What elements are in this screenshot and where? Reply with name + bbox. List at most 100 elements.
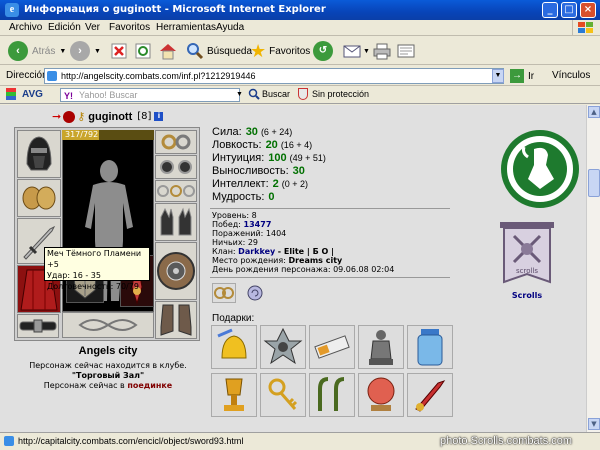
stop-button[interactable] — [110, 40, 128, 62]
go-button[interactable]: → Ir — [510, 69, 534, 83]
maximize-button[interactable]: □ — [561, 2, 577, 18]
trophy-icon — [224, 378, 244, 411]
key-icon: ⚷ — [77, 110, 86, 123]
gift-scroll[interactable] — [309, 325, 355, 369]
history-button[interactable]: ↺ — [313, 40, 333, 62]
address-dropdown-button[interactable]: ▼ — [492, 69, 504, 83]
effect-slot[interactable] — [244, 283, 266, 303]
avg-search-button[interactable]: Buscar — [248, 88, 290, 100]
forward-button[interactable]: › ▼ — [70, 40, 101, 62]
links-label[interactable]: Vínculos — [552, 70, 590, 81]
stat-label: Интуиция: — [212, 152, 265, 164]
info-icon[interactable]: i — [154, 112, 164, 121]
stat-label: Интеллект: — [212, 178, 269, 190]
avg-search-input[interactable]: Y! Yahoo! Buscar — [60, 88, 240, 102]
home-button[interactable] — [158, 40, 178, 62]
window-title: Информация о guginott - Microsoft Intern… — [24, 4, 326, 15]
key-icon — [268, 378, 298, 410]
search-label: Búsqueda — [207, 45, 253, 57]
minimize-button[interactable]: _ — [542, 2, 558, 18]
go-label: Ir — [528, 70, 535, 82]
avg-protection-button[interactable]: Sin protección — [298, 88, 369, 100]
chevron-down-icon[interactable]: ▼ — [236, 88, 244, 102]
gift-dagger[interactable] — [407, 373, 453, 417]
gloves-icon — [160, 207, 192, 236]
scroll-thumb[interactable] — [588, 169, 600, 197]
gift-keys[interactable] — [260, 373, 306, 417]
gift-bells[interactable] — [211, 325, 257, 369]
menu-edicion[interactable]: Edición — [48, 22, 81, 33]
avg-toolbar: AVG Y! Yahoo! Buscar ▼ Buscar Sin protec… — [0, 86, 600, 104]
address-input[interactable]: http://angelscity.combats.com/inf.pl?121… — [44, 68, 504, 84]
shield-icon — [298, 88, 308, 100]
boots-icon — [160, 304, 192, 336]
rings-icon — [214, 287, 234, 299]
effect-slot[interactable] — [212, 283, 236, 303]
print-button[interactable] — [372, 40, 392, 62]
medal-icon — [263, 327, 303, 365]
mail-icon — [343, 45, 361, 58]
info-birthplace: Место рождения: Dreams city — [212, 256, 342, 265]
stat-value: 0 — [268, 191, 275, 203]
vertical-scrollbar[interactable]: ▲ ▼ — [586, 105, 600, 432]
search-button[interactable]: Búsqueda — [186, 40, 252, 62]
belt-slot[interactable] — [17, 314, 59, 338]
earrings-slot[interactable] — [155, 130, 197, 154]
wins-value[interactable]: 13477 — [244, 220, 272, 229]
clan-link[interactable]: Darkkey — [238, 247, 275, 256]
character-header: ➞ ⚷ guginott [8] i — [52, 110, 164, 123]
favorites-button[interactable]: ★ Favoritos — [250, 40, 310, 62]
stat-bonus: (49 + 51) — [289, 153, 326, 163]
edit-button[interactable] — [396, 40, 416, 62]
gloves-slot[interactable] — [155, 203, 197, 241]
helmet-icon — [26, 136, 52, 171]
guild-emblem[interactable] — [500, 129, 580, 209]
boots-slot[interactable] — [155, 301, 197, 339]
search-magnifier-icon — [187, 43, 204, 60]
gift-statue[interactable] — [358, 325, 404, 369]
menu-ver[interactable]: Ver — [85, 22, 100, 33]
stat-endurance: Выносливость: 30 — [212, 165, 308, 177]
back-arrow-icon: ‹ — [8, 41, 28, 61]
bracers-slot[interactable] — [17, 179, 61, 217]
scroll-up-icon[interactable]: ▲ — [588, 106, 600, 118]
scrolls-link[interactable]: Scrolls — [498, 291, 556, 300]
status-url: http://capitalcity.combats.com/encicl/ob… — [18, 436, 244, 446]
helmet-slot[interactable] — [17, 130, 61, 178]
earrings-icon — [161, 134, 191, 150]
refresh-button[interactable] — [134, 40, 152, 62]
close-button[interactable]: × — [580, 2, 596, 18]
gift-crystal-ball[interactable] — [358, 373, 404, 417]
gift-jar[interactable] — [407, 325, 453, 369]
clan-rank: - Elite | Б О | — [277, 247, 334, 256]
stat-label: Выносливость: — [212, 165, 289, 177]
item-tooltip: Меч Тёмного Пламени +5 Удар: 16 - 35 Дол… — [44, 247, 150, 291]
statue-icon — [369, 330, 393, 365]
spiral-icon — [247, 285, 263, 301]
fight-prefix: Персонаж сейчас в — [43, 381, 125, 390]
tooltip-item-name: Меч Тёмного Пламени +5 — [47, 249, 142, 269]
fight-link[interactable]: поединке — [127, 381, 172, 390]
mail-button[interactable]: ▼ — [343, 40, 370, 62]
gift-horseshoes[interactable] — [309, 373, 355, 417]
amulet-slot[interactable] — [155, 155, 197, 179]
menu-ayuda[interactable]: Ayuda — [216, 22, 244, 33]
windows-logo-icon — [572, 20, 598, 36]
page-icon — [47, 71, 57, 81]
watermark: photo.Scrolls.combats.com — [440, 435, 573, 447]
emblem-slot — [62, 312, 154, 338]
stat-value: 2 — [272, 178, 279, 190]
menu-archivo[interactable]: Archivo — [9, 22, 42, 33]
refresh-icon — [135, 43, 151, 59]
scrolls-banner[interactable]: scrolls — [498, 222, 556, 290]
menu-bar: Archivo Edición Ver Favoritos Herramient… — [0, 20, 600, 36]
back-button[interactable]: ‹ Atrás ▼ — [8, 40, 66, 62]
shield-slot[interactable] — [155, 242, 197, 300]
avg-protection-label: Sin protección — [312, 89, 370, 99]
menu-herramientas[interactable]: Herramientas — [156, 22, 216, 33]
scroll-down-icon[interactable]: ▼ — [588, 418, 600, 430]
gift-trophy[interactable] — [211, 373, 257, 417]
gift-medal[interactable] — [260, 325, 306, 369]
rings-slot[interactable] — [155, 180, 197, 202]
menu-favoritos[interactable]: Favoritos — [109, 22, 150, 33]
